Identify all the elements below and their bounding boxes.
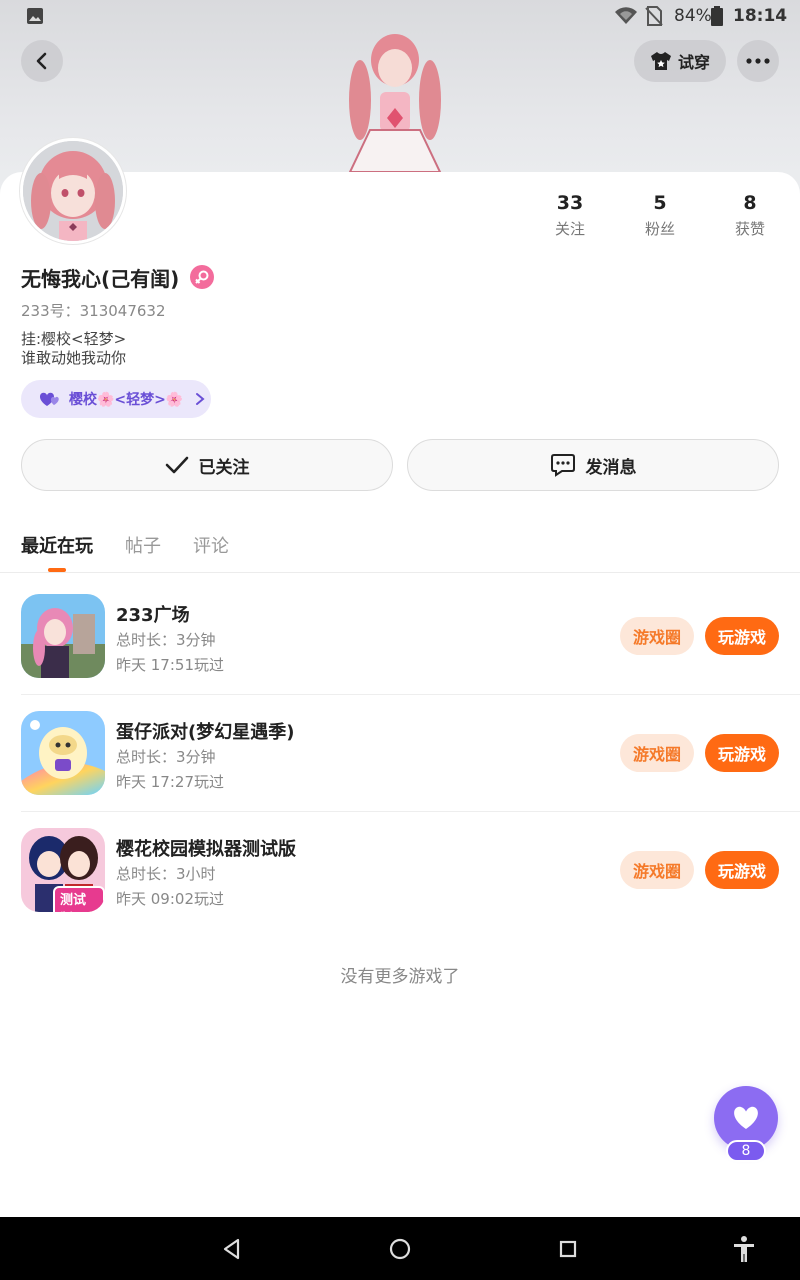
like-count-badge: 8 [726, 1140, 766, 1162]
no-sim-icon [645, 6, 663, 26]
stat-likes[interactable]: 8 获赞 [715, 192, 785, 239]
character-figure-image [348, 34, 442, 172]
game-last-played: 昨天 17:27玩过 [116, 773, 224, 791]
game-icon [21, 594, 105, 678]
stat-following-label: 关注 [554, 220, 585, 238]
try-on-label: 试穿 [677, 53, 710, 72]
back-arrow-icon [36, 52, 47, 70]
stat-fans-label: 粉丝 [644, 220, 675, 238]
wifi-icon [615, 7, 637, 24]
more-button[interactable] [737, 40, 779, 82]
image-icon [27, 8, 43, 24]
square-recents-icon [559, 1240, 577, 1258]
game-circle-button[interactable]: 游戏圈 [620, 734, 694, 772]
game-title: 樱花校园模拟器测试版 [116, 839, 296, 860]
nav-back-button[interactable] [218, 1235, 246, 1263]
gender-badge [190, 265, 214, 289]
shirt-icon [650, 52, 671, 70]
game-title: 蛋仔派对(梦幻星遇季) [116, 722, 295, 743]
try-on-button[interactable]: 试穿 [634, 40, 726, 82]
play-game-button[interactable]: 玩游戏 [705, 617, 779, 655]
game-last-played: 昨天 09:02玩过 [116, 890, 224, 908]
game-icon [21, 711, 105, 795]
avatar-image [23, 141, 123, 241]
row-divider [21, 811, 800, 812]
nav-recents-button[interactable] [554, 1235, 582, 1263]
test-version-badge: 测试版 [53, 886, 105, 912]
game-circle-button[interactable]: 游戏圈 [620, 851, 694, 889]
tab-posts[interactable]: 帖子 [125, 532, 161, 558]
avatar[interactable] [20, 138, 126, 244]
play-game-button[interactable]: 玩游戏 [705, 734, 779, 772]
bio-line: 挂:樱校<轻梦> [21, 330, 127, 348]
game-circle-button[interactable]: 游戏圈 [620, 617, 694, 655]
row-divider [21, 694, 800, 695]
tab-divider [0, 572, 800, 573]
system-navigation-bar [0, 1217, 800, 1280]
send-message-button[interactable]: 发消息 [407, 439, 779, 491]
battery-icon [711, 6, 723, 26]
bio: 挂:樱校<轻梦> 谁敢动她我动你 [21, 330, 126, 368]
game-list-item[interactable]: 测试版 樱花校园模拟器测试版 总时长：3小时 昨天 09:02玩过 游戏圈 玩游… [0, 828, 800, 945]
play-game-button[interactable]: 玩游戏 [705, 851, 779, 889]
game-icon: 测试版 [21, 828, 105, 912]
stat-fans[interactable]: 5 粉丝 [625, 192, 695, 239]
circle-home-icon [389, 1238, 411, 1260]
chevron-right-icon [196, 393, 205, 405]
stat-likes-value: 8 [743, 192, 757, 214]
game-duration: 总时长：3分钟 [116, 748, 216, 766]
checkmark-icon [165, 456, 188, 474]
stat-fans-value: 5 [653, 192, 667, 214]
accessibility-icon [734, 1236, 754, 1262]
bio-line: 谁敢动她我动你 [21, 349, 127, 367]
triangle-back-icon [223, 1238, 240, 1260]
game-duration: 总时长：3小时 [116, 865, 216, 883]
chat-bubble-icon [550, 454, 575, 477]
female-symbol-icon [195, 270, 209, 284]
game-icon-image [21, 711, 105, 795]
heart-icon [734, 1106, 758, 1129]
game-title: 233广场 [116, 605, 190, 626]
game-duration: 总时长：3分钟 [116, 631, 216, 649]
more-icon [746, 58, 770, 64]
user-id: 233号：313047632 [21, 302, 166, 320]
stat-following[interactable]: 33 关注 [535, 192, 605, 239]
accessibility-button[interactable] [730, 1235, 758, 1263]
club-tag-button[interactable]: 樱校🌸<轻梦>🌸 [21, 380, 211, 418]
stat-following-value: 33 [556, 192, 584, 214]
battery-percent: 84% [674, 6, 712, 26]
clock: 18:14 [733, 6, 788, 26]
profile-name: 无悔我心(己有闺) [21, 267, 180, 291]
stat-likes-label: 获赞 [734, 220, 765, 238]
game-last-played: 昨天 17:51玩过 [116, 656, 224, 674]
back-button[interactable] [21, 40, 63, 82]
nav-home-button[interactable] [386, 1235, 414, 1263]
status-bar: 84% 18:14 [0, 0, 800, 32]
no-more-games-text: 没有更多游戏了 [340, 967, 460, 987]
tab-recently-played[interactable]: 最近在玩 [21, 532, 93, 558]
followed-label: 已关注 [198, 457, 250, 478]
followed-button[interactable]: 已关注 [21, 439, 393, 491]
send-message-label: 发消息 [585, 457, 637, 478]
tab-comments[interactable]: 评论 [193, 532, 229, 558]
hearts-icon [39, 392, 59, 406]
game-icon-image [21, 594, 105, 678]
club-tag-label: 樱校🌸<轻梦>🌸 [69, 392, 184, 408]
